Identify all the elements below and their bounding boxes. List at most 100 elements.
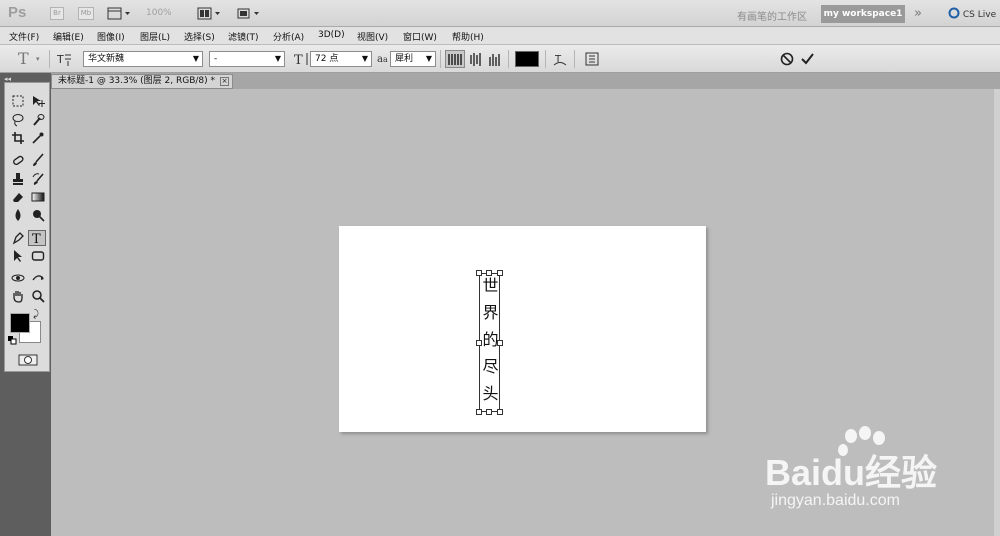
document-tab-bar: 未标题-1 @ 33.3% (图层 2, RGB/8) * × [51, 73, 1000, 89]
view-extras-icon[interactable] [107, 7, 131, 20]
document-tab[interactable]: 未标题-1 @ 33.3% (图层 2, RGB/8) * × [51, 74, 233, 89]
screen-mode-icon[interactable] [236, 7, 260, 20]
menu-help[interactable]: 帮助(H) [452, 30, 484, 43]
watermark-brand: Baidu经验 [765, 452, 938, 493]
type-tool-icon[interactable]: T [28, 230, 46, 247]
svg-text:T: T [554, 54, 562, 65]
font-family-value: 华文新魏 [88, 54, 125, 64]
transform-handle[interactable] [476, 409, 482, 415]
font-size-icon: T [294, 51, 310, 70]
chevron-down-icon: ▼ [192, 54, 199, 63]
hand-tool-icon[interactable] [9, 289, 27, 305]
application-bar: Ps Br Mb 100% 有画笔的工作区 my workspace1 » CS… [0, 0, 1000, 27]
transform-handle[interactable] [486, 409, 492, 415]
pen-tool-icon[interactable] [9, 231, 27, 247]
photoshop-logo: Ps [8, 4, 27, 21]
cs-live-icon [948, 7, 960, 19]
menu-file[interactable]: 文件(F) [9, 30, 39, 43]
workspace-label[interactable]: 有画笔的工作区 [737, 8, 807, 23]
chevron-down-icon: ▼ [425, 54, 432, 63]
antialias-select[interactable]: 犀利 ▼ [390, 51, 436, 67]
arrange-documents-icon[interactable] [197, 7, 221, 20]
document-canvas[interactable]: 世 界 的 尽 头 [339, 226, 706, 432]
healing-brush-tool-icon[interactable] [9, 153, 27, 169]
dodge-tool-icon[interactable] [29, 208, 47, 224]
transform-handle[interactable] [497, 340, 503, 346]
crop-tool-icon[interactable] [9, 131, 27, 147]
transform-handle[interactable] [476, 270, 482, 276]
menu-3d[interactable]: 3D(D) [318, 30, 345, 40]
align-center-icon[interactable] [468, 51, 484, 70]
commit-edits-icon[interactable] [799, 51, 815, 70]
character-panel-icon[interactable] [584, 51, 600, 70]
launch-bridge-button[interactable]: Br [50, 7, 64, 20]
rectangle-tool-icon[interactable] [29, 249, 47, 265]
transform-handle[interactable] [497, 409, 503, 415]
cs-live-button[interactable]: CS Live [948, 7, 996, 20]
eyedropper-tool-icon[interactable] [29, 131, 47, 147]
text-char: 尽 [482, 357, 499, 376]
blur-tool-icon[interactable] [9, 208, 27, 224]
quick-selection-tool-icon[interactable] [29, 113, 47, 129]
more-workspaces-icon[interactable]: » [914, 6, 922, 21]
text-color-fill [516, 52, 538, 66]
antialias-value: 犀利 [395, 54, 414, 64]
font-style-select[interactable]: - ▼ [209, 51, 285, 67]
options-bar: T ▾ T 华文新魏 ▼ - ▼ T 72 点 ▼ aa 犀利 ▼ T [0, 45, 1000, 73]
transform-handle[interactable] [497, 270, 503, 276]
tool-preset-icon[interactable]: T [18, 49, 29, 68]
tool-preset-arrow-icon[interactable]: ▾ [36, 55, 40, 63]
eraser-tool-icon[interactable] [9, 190, 27, 206]
launch-mini-bridge-button[interactable]: Mb [78, 7, 94, 20]
menu-image[interactable]: 图像(I) [97, 30, 125, 43]
watermark-url: jingyan.baidu.com [771, 492, 900, 509]
document-tab-title: 未标题-1 @ 33.3% (图层 2, RGB/8) * [58, 76, 215, 86]
lasso-tool-icon[interactable] [9, 113, 27, 129]
gradient-tool-icon[interactable] [29, 190, 47, 206]
history-brush-tool-icon[interactable] [29, 172, 47, 188]
font-size-select[interactable]: 72 点 ▼ [310, 51, 372, 67]
menu-layer[interactable]: 图层(L) [140, 30, 170, 43]
align-bottom-icon[interactable] [487, 51, 503, 70]
swap-colors-icon[interactable]: ⤸ [33, 309, 39, 320]
close-icon[interactable]: × [220, 77, 229, 86]
svg-text:T: T [32, 232, 41, 245]
baidu-jingyan-watermark: Baidu经验 jingyan.baidu.com [765, 426, 965, 524]
workspace-button[interactable]: my workspace1 [821, 5, 905, 23]
align-top-button[interactable] [445, 50, 465, 68]
text-color-swatch[interactable] [515, 51, 539, 67]
quick-mask-icon[interactable] [18, 354, 38, 369]
font-style-value: - [214, 54, 218, 64]
menu-view[interactable]: 视图(V) [357, 30, 388, 43]
text-orientation-icon[interactable]: T [56, 51, 72, 70]
cs-live-label: CS Live [962, 10, 997, 20]
menu-select[interactable]: 选择(S) [184, 30, 215, 43]
menu-analysis[interactable]: 分析(A) [273, 30, 304, 43]
zoom-level[interactable]: 100% [146, 8, 172, 18]
cancel-edits-icon[interactable] [779, 51, 795, 70]
3d-rotate-tool-icon[interactable] [9, 271, 27, 287]
menu-filter[interactable]: 滤镜(T) [228, 30, 259, 43]
transform-handle[interactable] [486, 270, 492, 276]
3d-orbit-tool-icon[interactable] [29, 271, 47, 287]
brush-tool-icon[interactable] [29, 153, 47, 169]
svg-text:T: T [294, 53, 303, 67]
chevron-down-icon: ▼ [274, 54, 281, 63]
menu-window[interactable]: 窗口(W) [403, 30, 437, 43]
transform-handle[interactable] [476, 340, 482, 346]
foreground-color-swatch[interactable] [10, 313, 30, 333]
font-family-select[interactable]: 华文新魏 ▼ [83, 51, 203, 67]
right-scrollbar[interactable] [994, 89, 1000, 536]
path-selection-tool-icon[interactable] [9, 249, 27, 265]
align-top-icon [448, 54, 462, 65]
antialias-icon: aa [377, 54, 388, 65]
text-char: 头 [482, 384, 499, 403]
default-colors-icon[interactable] [8, 336, 17, 348]
chevron-down-icon: ▼ [361, 54, 368, 63]
move-tool-icon[interactable] [29, 94, 47, 110]
warp-text-icon[interactable]: T [552, 51, 568, 70]
zoom-tool-icon[interactable] [29, 289, 47, 305]
menu-edit[interactable]: 编辑(E) [53, 30, 84, 43]
marquee-tool-icon[interactable] [9, 94, 27, 110]
clone-stamp-tool-icon[interactable] [9, 172, 27, 188]
